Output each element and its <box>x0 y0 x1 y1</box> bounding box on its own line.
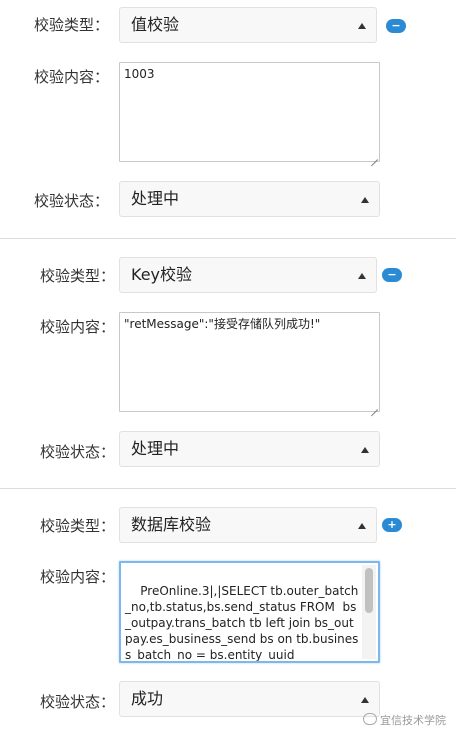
vertical-scrollbar[interactable] <box>362 565 376 659</box>
caret-up-icon <box>361 697 369 703</box>
caret-up-icon <box>358 273 366 279</box>
rule-section-1: 校验类型： 值校验 − 校验内容： 1003 校验状态： 处理中 <box>0 0 456 238</box>
rule-section-2: 校验类型： Key校验 − 校验内容： "retMessage":"接受存储队列… <box>0 239 456 488</box>
remove-rule-button[interactable]: − <box>386 19 406 33</box>
check-content-textarea[interactable]: PreOnline.3|,|SELECT tb.outer_batch_no,t… <box>119 561 380 663</box>
resize-grip-icon[interactable] <box>370 402 378 410</box>
check-type-value: 数据库校验 <box>131 515 212 534</box>
check-content-textarea[interactable]: "retMessage":"接受存储队列成功!" <box>119 312 380 412</box>
scrollbar-thumb[interactable] <box>365 568 373 613</box>
check-type-select[interactable]: 值校验 <box>119 7 377 43</box>
check-content-text: PreOnline.3|,|SELECT tb.outer_batch_no,t… <box>125 584 359 662</box>
caret-up-icon <box>361 447 369 453</box>
check-status-value: 处理中 <box>131 189 180 208</box>
rule-section-3: 校验类型： 数据库校验 + 校验内容： PreOnline.3|,|SELECT… <box>0 489 456 744</box>
remove-rule-button[interactable]: − <box>382 268 402 282</box>
caret-up-icon <box>361 197 369 203</box>
caret-up-icon <box>358 23 366 29</box>
check-status-label: 校验状态： <box>40 693 116 711</box>
check-content-label: 校验内容： <box>40 568 116 586</box>
check-type-value: 值校验 <box>131 15 180 34</box>
caret-up-icon <box>358 523 366 529</box>
check-type-label: 校验类型： <box>40 517 116 535</box>
watermark-text: 宜信技术学院 <box>380 714 446 727</box>
check-type-value: Key校验 <box>131 265 193 284</box>
check-content-textarea[interactable]: 1003 <box>119 62 380 162</box>
check-status-label: 校验状态： <box>34 192 110 210</box>
check-type-label: 校验类型： <box>40 267 116 285</box>
check-status-value: 成功 <box>131 689 164 708</box>
check-content-label: 校验内容： <box>40 318 116 336</box>
check-status-label: 校验状态： <box>40 443 116 461</box>
wechat-icon <box>363 713 377 725</box>
check-type-select[interactable]: 数据库校验 <box>119 507 377 543</box>
check-status-select[interactable]: 处理中 <box>119 431 380 467</box>
add-rule-button[interactable]: + <box>382 518 402 532</box>
check-status-select[interactable]: 处理中 <box>119 181 380 217</box>
check-type-label: 校验类型： <box>34 16 110 34</box>
check-status-select[interactable]: 成功 <box>119 681 380 717</box>
watermark: 宜信技术学院 <box>363 712 446 728</box>
check-content-label: 校验内容： <box>34 68 110 86</box>
check-type-select[interactable]: Key校验 <box>119 257 377 293</box>
check-status-value: 处理中 <box>131 439 180 458</box>
resize-grip-icon[interactable] <box>370 152 378 160</box>
